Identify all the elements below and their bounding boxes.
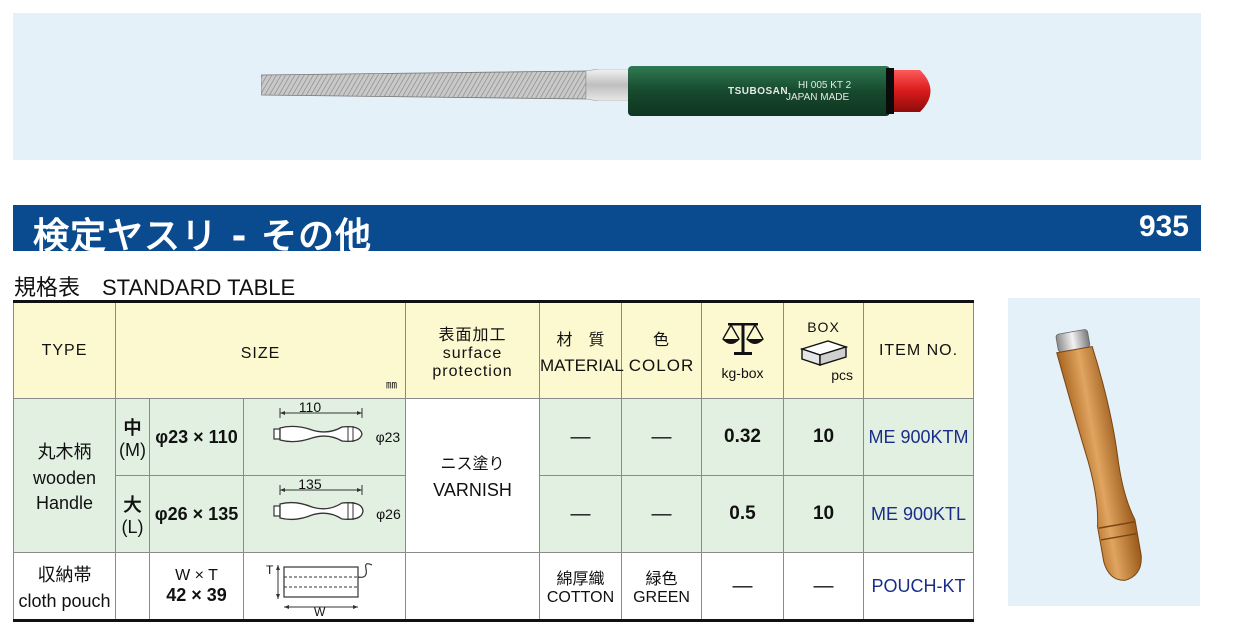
pouch-dims: 42 × 39 <box>166 584 227 605</box>
surface-varnish-en: VARNISH <box>433 480 512 500</box>
page-title: 検定ヤスリ - その他 <box>33 216 373 257</box>
size-diagram-m: 110 φ23 <box>242 398 407 476</box>
box-pouch: — <box>783 552 865 621</box>
box-l: 10 <box>783 475 865 553</box>
handle-diagram-icon <box>272 485 364 521</box>
size-dims-m: φ23 × 110 <box>149 398 244 476</box>
table-row: 収納帯 cloth pouch W × T 42 × 39 T W 綿厚織 CO… <box>13 552 975 621</box>
type-handle-en2: Handle <box>35 492 94 513</box>
diagram-dia-l: φ26 <box>376 506 401 522</box>
file-handle-image: TSUBOSAN HI 005 KT 2 JAPAN MADE <box>628 64 941 118</box>
type-cloth-pouch: 収納帯 cloth pouch <box>13 552 116 621</box>
size-diagram-l: 135 φ26 <box>242 475 407 553</box>
diagram-dia-m: φ23 <box>375 429 401 445</box>
header-size: SIZE ㎜ <box>114 301 407 399</box>
size-code-l-en: (L) <box>121 516 144 537</box>
header-material-jp: 材 質 <box>556 331 605 349</box>
type-handle-jp: 丸木柄 <box>37 441 92 462</box>
header-surface-jp: 表面加工 <box>438 326 507 344</box>
surface-varnish-jp: ニス塗り <box>440 456 505 473</box>
pouch-diagram-t: T <box>266 563 274 577</box>
page-number: 935 <box>1138 210 1189 243</box>
surface-varnish: ニス塗り VARNISH <box>405 398 541 553</box>
wooden-handle-photo <box>1008 298 1200 606</box>
header-size-label: SIZE <box>240 345 281 362</box>
surface-pouch <box>405 552 541 621</box>
header-size-unit: ㎜ <box>386 379 398 391</box>
scale-icon <box>721 322 764 355</box>
size-code-l: 大 (L) <box>115 475 150 553</box>
pouch-material-jp: 綿厚織 <box>556 571 605 588</box>
weight-l: 0.5 <box>701 475 785 553</box>
header-box: BOX pcs <box>783 301 865 399</box>
size-diagram-pouch: T W <box>242 552 407 621</box>
pouch-material-en: COTTON <box>546 589 615 606</box>
table-row: 丸木柄 wooden Handle 中 (M) φ23 × 110 110 φ2… <box>13 398 975 553</box>
diagram-length-m: 110 <box>298 399 322 415</box>
size-dims-pouch: W × T 42 × 39 <box>149 552 244 621</box>
pouch-color-en: GREEN <box>633 589 690 606</box>
table-header-row: TYPE SIZE ㎜ 表面加工 surface protection 材 質 … <box>13 301 975 399</box>
diagram-length-l: 135 <box>298 476 322 492</box>
type-wooden-handle: 丸木柄 wooden Handle <box>13 398 116 553</box>
header-material-en: MATERIAL <box>540 355 624 375</box>
header-type: TYPE <box>13 301 116 399</box>
file-origin-text: JAPAN MADE <box>786 92 850 103</box>
size-code-l-jp: 大 <box>123 494 142 515</box>
color-pouch: 緑色 GREEN <box>621 552 703 621</box>
file-blade-image <box>261 69 631 101</box>
header-item: ITEM NO. <box>863 301 975 399</box>
color-m: — <box>621 398 703 476</box>
table-subtitle: 規格表 STANDARD TABLE <box>14 275 296 300</box>
size-code-m: 中 (M) <box>115 398 150 476</box>
material-m: — <box>539 398 623 476</box>
size-code-pouch <box>115 552 150 621</box>
header-surface-en1: surface <box>442 344 503 362</box>
item-number-m: ME 900KTM <box>863 398 975 476</box>
item-number-l: ME 900KTL <box>863 475 975 553</box>
header-material: 材 質 MATERIAL <box>539 301 624 399</box>
material-l: — <box>539 475 623 553</box>
header-color-en: COLOR <box>628 355 695 375</box>
header-weight: kg-box <box>701 301 785 399</box>
box-m: 10 <box>783 398 865 476</box>
header-box-label: BOX <box>807 318 840 335</box>
box-icon <box>799 339 848 366</box>
handle-diagram-icon <box>272 408 363 443</box>
file-code-text: HI 005 KT 2 <box>798 80 852 91</box>
title-bar: 検定ヤスリ - その他 935 <box>13 205 1201 257</box>
size-dims-l: φ26 × 135 <box>149 475 244 553</box>
material-pouch: 綿厚織 COTTON <box>539 552 623 621</box>
product-banner: TSUBOSAN HI 005 KT 2 JAPAN MADE <box>13 13 1201 160</box>
color-l: — <box>621 475 703 553</box>
header-color-jp: 色 <box>653 331 671 349</box>
size-code-m-jp: 中 <box>123 417 142 438</box>
pouch-dims-label: W × T <box>175 566 218 584</box>
header-surface: 表面加工 surface protection <box>405 301 541 399</box>
pouch-color-jp: 緑色 <box>645 571 678 588</box>
header-color: 色 COLOR <box>621 301 703 399</box>
standard-table: TYPE SIZE ㎜ 表面加工 surface protection 材 質 … <box>13 300 975 622</box>
header-box-unit: pcs <box>831 366 854 383</box>
weight-pouch: — <box>701 552 785 621</box>
file-brand-text: TSUBOSAN <box>728 86 789 97</box>
size-code-m-en: (M) <box>119 439 146 460</box>
header-weight-unit: kg-box <box>721 364 764 381</box>
item-number-pouch: POUCH-KT <box>863 552 975 621</box>
type-pouch-en: cloth pouch <box>18 590 111 611</box>
type-pouch-jp: 収納帯 <box>37 564 92 585</box>
header-surface-en2: protection <box>432 362 513 380</box>
pouch-diagram-w: W <box>314 605 326 619</box>
weight-m: 0.32 <box>701 398 785 476</box>
type-handle-en1: wooden <box>32 467 97 488</box>
